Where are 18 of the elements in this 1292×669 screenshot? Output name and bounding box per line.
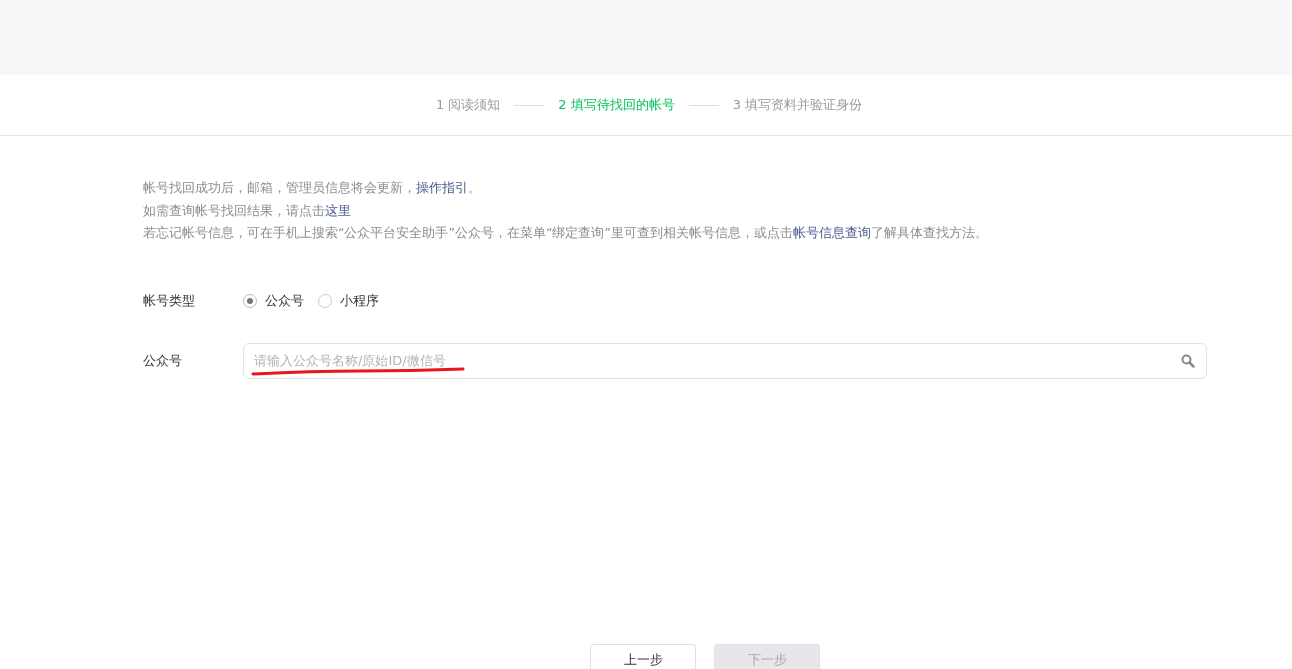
back-button[interactable]: 上一步 bbox=[590, 643, 696, 669]
notice-link[interactable]: 操作指引 bbox=[416, 180, 468, 195]
step-label: 1 阅读须知 bbox=[435, 96, 501, 114]
step-connector bbox=[514, 104, 545, 106]
radio-label[interactable]: 小程序 bbox=[340, 291, 379, 310]
notice-text: 若忘记帐号信息，可在手机上搜索“公众平台安全助手”公众号，在菜单“绑定查询”里可查到相关帐号信息，或点击帐号信息查询了解具体查找方法。 bbox=[143, 224, 989, 242]
search-field[interactable]: 请输入公众号名称/原始ID/微信号 bbox=[243, 342, 1207, 379]
field-label: 帐号类型 bbox=[143, 291, 196, 310]
step-label: 2 填写待找回的帐号 bbox=[558, 96, 675, 114]
search-icon[interactable] bbox=[1181, 353, 1195, 368]
notice-link[interactable]: 帐号信息查询 bbox=[792, 225, 871, 240]
radio-label[interactable]: 公众号 bbox=[265, 291, 304, 310]
notice-text: 帐号找回成功后，邮箱，管理员信息将会更新，操作指引。 bbox=[143, 179, 482, 197]
notice-link[interactable]: 这里 bbox=[325, 202, 351, 218]
field-label: 公众号 bbox=[143, 351, 183, 370]
step-label: 3 填写资料并验证身份 bbox=[732, 96, 863, 114]
step-connector bbox=[688, 104, 719, 106]
notice-text: 如需查询帐号找回结果，请点击这里 bbox=[143, 201, 352, 220]
